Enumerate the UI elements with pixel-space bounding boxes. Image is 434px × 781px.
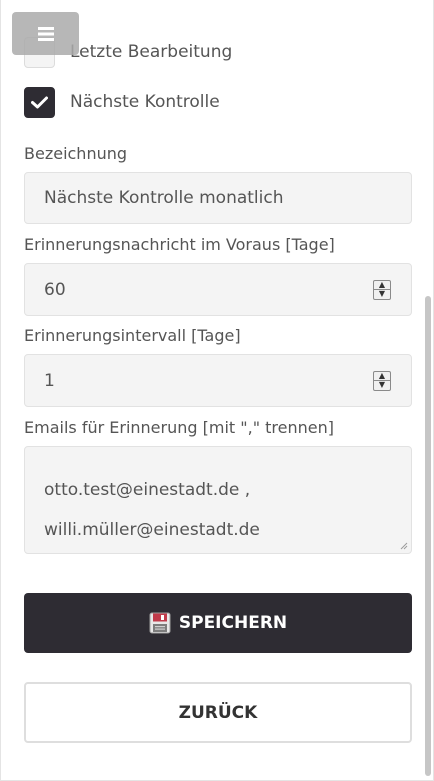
emails-label: Emails für Erinnerung [mit "," trennen] bbox=[24, 418, 334, 437]
scrollbar-track[interactable] bbox=[425, 0, 431, 781]
page-frame: Letzte Bearbeitung Nächste Kontrolle Bez… bbox=[0, 0, 434, 781]
intervall-label: Erinnerungsintervall [Tage] bbox=[24, 326, 241, 345]
back-button[interactable]: ZURÜCK bbox=[24, 682, 412, 743]
voraus-value: 60 bbox=[44, 279, 66, 300]
spinner-down-icon[interactable]: ▼ bbox=[374, 289, 390, 299]
menu-button[interactable] bbox=[12, 12, 79, 55]
voraus-spinner[interactable]: ▲ ▼ bbox=[373, 279, 391, 300]
intervall-spinner[interactable]: ▲ ▼ bbox=[373, 370, 391, 391]
scrollbar-thumb[interactable] bbox=[425, 296, 431, 776]
naechste-kontrolle-label: Nächste Kontrolle bbox=[70, 92, 220, 112]
emails-textarea[interactable]: otto.test@einestadt.de , willi.müller@ei… bbox=[24, 446, 412, 554]
intervall-value: 1 bbox=[44, 370, 55, 391]
naechste-kontrolle-checkbox[interactable] bbox=[24, 86, 55, 118]
save-button-label: SPEICHERN bbox=[178, 613, 288, 633]
resize-grip-icon[interactable] bbox=[400, 542, 408, 550]
spinner-up-icon[interactable]: ▲ bbox=[374, 280, 390, 290]
back-button-label: ZURÜCK bbox=[178, 702, 258, 723]
letzte-bearbeitung-label: Letzte Bearbeitung bbox=[70, 42, 233, 62]
bezeichnung-label: Bezeichnung bbox=[24, 144, 128, 163]
voraus-label: Erinnerungsnachricht im Voraus [Tage] bbox=[24, 235, 335, 254]
intervall-input[interactable]: 1 ▲ ▼ bbox=[24, 354, 412, 407]
bezeichnung-input[interactable]: Nächste Kontrolle monatlich bbox=[24, 172, 412, 224]
spinner-up-icon[interactable]: ▲ bbox=[374, 371, 390, 381]
voraus-input[interactable]: 60 ▲ ▼ bbox=[24, 263, 412, 316]
hamburger-menu-icon bbox=[37, 26, 54, 41]
email-line: willi.müller@einestadt.de bbox=[44, 520, 260, 540]
check-icon bbox=[31, 96, 48, 108]
naechste-kontrolle-row: Nächste Kontrolle bbox=[24, 86, 220, 118]
floppy-disk-icon bbox=[149, 612, 171, 634]
spinner-down-icon[interactable]: ▼ bbox=[374, 380, 390, 390]
save-button[interactable]: SPEICHERN bbox=[24, 593, 412, 653]
bezeichnung-value: Nächste Kontrolle monatlich bbox=[44, 188, 284, 208]
email-line: otto.test@einestadt.de , bbox=[44, 480, 251, 500]
